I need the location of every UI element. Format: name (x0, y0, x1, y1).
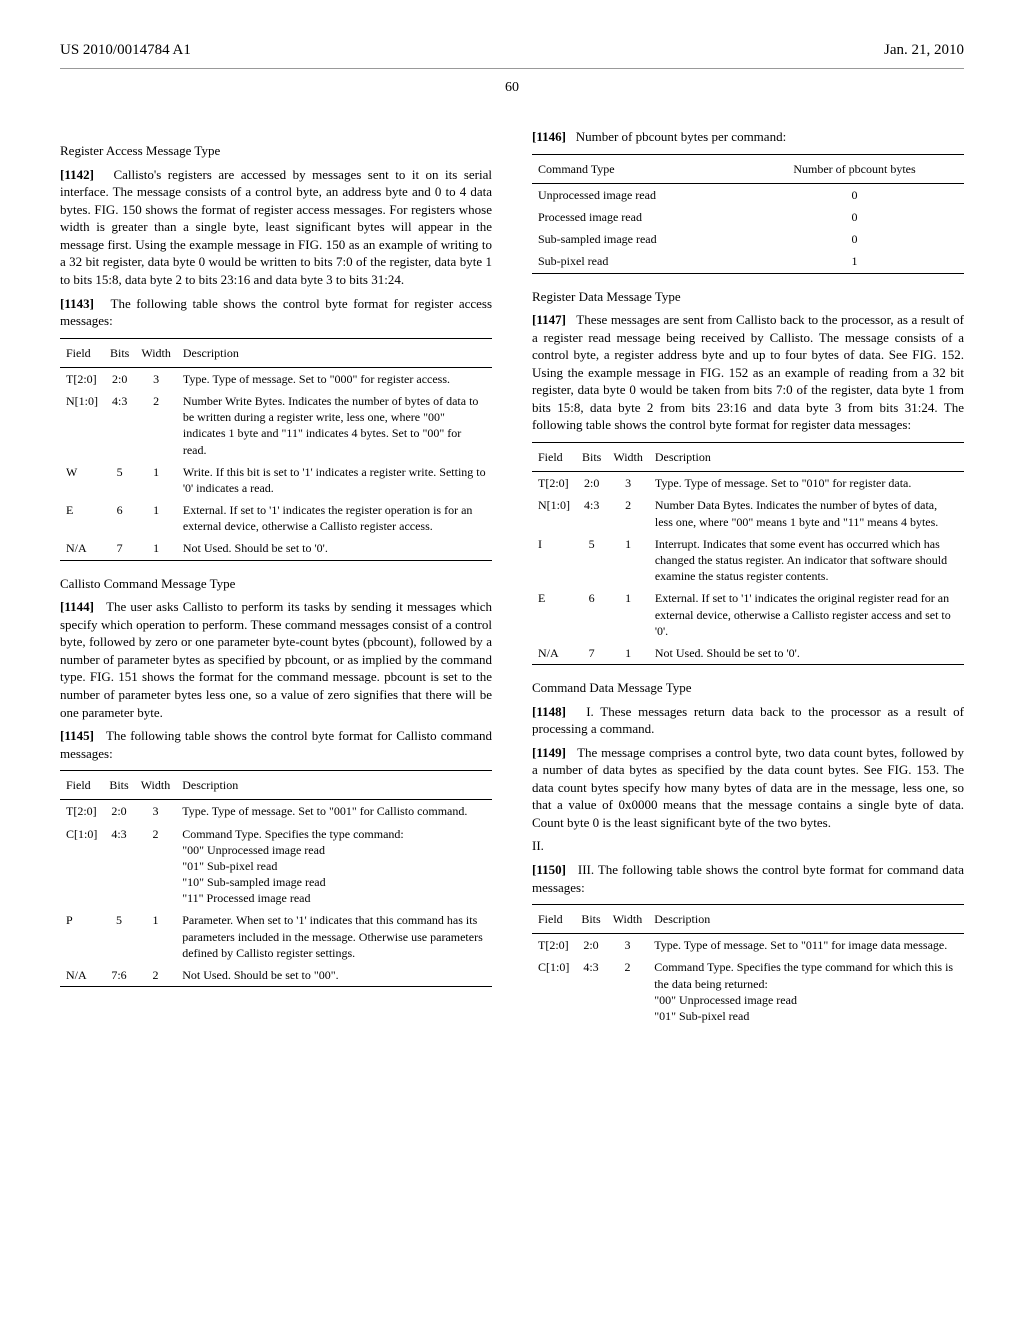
col-header: Bits (576, 443, 607, 472)
col-header: Description (648, 905, 964, 934)
table-header-row: Command Type Number of pbcount bytes (532, 154, 964, 183)
table-header-row: Field Bits Width Description (60, 771, 492, 800)
table-callisto-command-control-byte: Field Bits Width Description T[2:0] 2:0 … (60, 770, 492, 987)
section-title-register-access: Register Access Message Type (60, 142, 492, 160)
table-row: P 5 1 Parameter. When set to '1' indicat… (60, 909, 492, 964)
para-num: [1147] (532, 312, 566, 327)
para-num: [1146] (532, 129, 566, 144)
table-row: E 6 1 External. If set to '1' indicates … (532, 587, 964, 642)
table-row: Unprocessed image read 0 (532, 183, 964, 206)
col-header: Field (60, 771, 103, 800)
table-row: E 6 1 External. If set to '1' indicates … (60, 499, 492, 537)
para-1145: [1145] The following table shows the con… (60, 727, 492, 762)
table-row: I 5 1 Interrupt. Indicates that some eve… (532, 533, 964, 588)
para-1142: [1142] Callisto's registers are accessed… (60, 166, 492, 289)
col-header: Width (135, 771, 177, 800)
col-header: Bits (103, 771, 134, 800)
table-command-data-control-byte: Field Bits Width Description T[2:0] 2:0 … (532, 904, 964, 1027)
table-register-data-control-byte: Field Bits Width Description T[2:0] 2:0 … (532, 442, 964, 665)
table-row: T[2:0] 2:0 3 Type. Type of message. Set … (60, 367, 492, 390)
para-1150: [1150] III. The following table shows th… (532, 861, 964, 896)
table-header-row: Field Bits Width Description (60, 338, 492, 367)
para-num: [1142] (60, 167, 94, 182)
section-title-register-data: Register Data Message Type (532, 288, 964, 306)
para-text: The user asks Callisto to perform its ta… (60, 599, 492, 719)
table-row: N/A 7 1 Not Used. Should be set to '0'. (60, 537, 492, 560)
para-text: These messages are sent from Callisto ba… (532, 312, 964, 432)
pub-number: US 2010/0014784 A1 (60, 40, 191, 60)
col-header: Field (532, 443, 576, 472)
para-num: [1143] (60, 296, 94, 311)
table-row: N[1:0] 4:3 2 Number Write Bytes. Indicat… (60, 390, 492, 461)
table-row: T[2:0] 2:0 3 Type. Type of message. Set … (60, 800, 492, 823)
para-text: III. The following table shows the contr… (532, 862, 964, 895)
para-num: [1150] (532, 862, 566, 877)
para-1149: [1149] The message comprises a control b… (532, 744, 964, 832)
col-header: Description (177, 338, 492, 367)
para-1144: [1144] The user asks Callisto to perform… (60, 598, 492, 721)
table-row: T[2:0] 2:0 3 Type. Type of message. Set … (532, 934, 964, 957)
para-text: Number of pbcount bytes per command: (576, 129, 786, 144)
col-header: Number of pbcount bytes (745, 154, 964, 183)
left-column: Register Access Message Type [1142] Call… (60, 128, 492, 1027)
table-row: C[1:0] 4:3 2 Command Type. Specifies the… (60, 823, 492, 910)
para-1148: [1148] I. These messages return data bac… (532, 703, 964, 738)
para-ii: II. (532, 837, 964, 855)
para-text: The message comprises a control byte, tw… (532, 745, 964, 830)
para-num: [1149] (532, 745, 566, 760)
table-header-row: Field Bits Width Description (532, 443, 964, 472)
col-header: Command Type (532, 154, 745, 183)
section-title-command-data: Command Data Message Type (532, 679, 964, 697)
para-text: The following table shows the control by… (60, 296, 492, 329)
para-num: [1145] (60, 728, 94, 743)
table-row: Sub-pixel read 1 (532, 250, 964, 273)
table-row: N/A 7 1 Not Used. Should be set to '0'. (532, 642, 964, 665)
page-number: 60 (60, 79, 964, 98)
col-header: Field (60, 338, 104, 367)
table-row: Sub-sampled image read 0 (532, 228, 964, 250)
para-1146: [1146] Number of pbcount bytes per comma… (532, 128, 964, 146)
right-column: [1146] Number of pbcount bytes per comma… (532, 128, 964, 1027)
table-row: W 5 1 Write. If this bit is set to '1' i… (60, 461, 492, 499)
table-row: C[1:0] 4:3 2 Command Type. Specifies the… (532, 956, 964, 1027)
table-row: N[1:0] 4:3 2 Number Data Bytes. Indicate… (532, 494, 964, 532)
para-text: I. These messages return data back to th… (532, 704, 964, 737)
col-header: Description (649, 443, 964, 472)
section-title-callisto-command: Callisto Command Message Type (60, 575, 492, 593)
col-header: Bits (575, 905, 606, 934)
para-text: Callisto's registers are accessed by mes… (60, 167, 492, 287)
pub-date: Jan. 21, 2010 (884, 40, 964, 60)
para-1143: [1143] The following table shows the con… (60, 295, 492, 330)
page-header: US 2010/0014784 A1 Jan. 21, 2010 (60, 40, 964, 69)
col-header: Description (176, 771, 492, 800)
para-num: [1144] (60, 599, 94, 614)
col-header: Bits (104, 338, 135, 367)
two-column-layout: Register Access Message Type [1142] Call… (60, 128, 964, 1027)
table-register-access-control-byte: Field Bits Width Description T[2:0] 2:0 … (60, 338, 492, 561)
table-pbcount-bytes: Command Type Number of pbcount bytes Unp… (532, 154, 964, 274)
para-1147: [1147] These messages are sent from Call… (532, 311, 964, 434)
table-header-row: Field Bits Width Description (532, 905, 964, 934)
col-header: Field (532, 905, 575, 934)
table-row: T[2:0] 2:0 3 Type. Type of message. Set … (532, 472, 964, 495)
col-header: Width (607, 443, 649, 472)
table-row: N/A 7:6 2 Not Used. Should be set to "00… (60, 964, 492, 987)
col-header: Width (607, 905, 649, 934)
para-num: [1148] (532, 704, 566, 719)
table-row: Processed image read 0 (532, 206, 964, 228)
col-header: Width (135, 338, 177, 367)
para-text: The following table shows the control by… (60, 728, 492, 761)
